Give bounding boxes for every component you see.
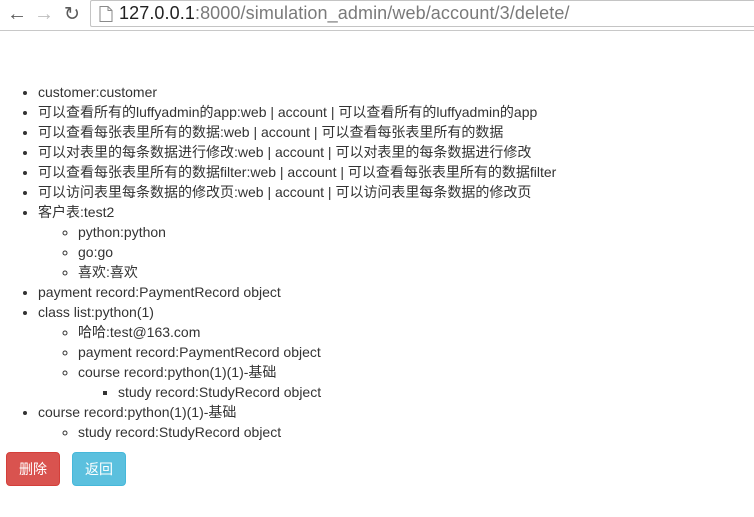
list-item-text: go:go xyxy=(78,244,114,260)
nested-list: study record:StudyRecord object xyxy=(38,422,754,442)
action-buttons: 删除 返回 xyxy=(6,452,126,486)
url-text: 127.0.0.1:8000/simulation_admin/web/acco… xyxy=(119,3,570,24)
list-item-text: 可以查看每张表里所有的数据filter:web | account | 可以查看… xyxy=(38,164,557,180)
list-item: payment record:PaymentRecord object xyxy=(78,342,754,362)
list-item: course record:python(1)(1)-基础 study recor… xyxy=(78,362,754,402)
page-content: customer:customer 可以查看所有的luffyadmin的app:w… xyxy=(0,31,754,486)
list-item: 哈哈:test@163.com xyxy=(78,322,754,342)
back-button[interactable]: 返回 xyxy=(72,452,126,486)
list-item-text: 哈哈:test@163.com xyxy=(78,324,201,340)
related-objects-list: customer:customer 可以查看所有的luffyadmin的app:w… xyxy=(0,82,754,442)
forward-arrow-icon[interactable]: → xyxy=(33,3,55,25)
list-item-text: class list:python(1) xyxy=(38,304,154,320)
list-item: 可以访问表里每条数据的修改页:web | account | 可以访问表里每条数… xyxy=(38,182,754,202)
list-item-text: 可以查看每张表里所有的数据:web | account | 可以查看每张表里所有… xyxy=(38,124,504,140)
list-item: study record:StudyRecord object xyxy=(78,422,754,442)
list-item: 可以对表里的每条数据进行修改:web | account | 可以对表里的每条数… xyxy=(38,142,754,162)
list-item-text: customer:customer xyxy=(38,84,158,100)
nested-list: python:python go:go 喜欢:喜欢 xyxy=(38,222,754,282)
list-item: payment record:PaymentRecord object xyxy=(38,282,754,302)
list-item: 喜欢:喜欢 xyxy=(78,262,754,282)
nested-list: 哈哈:test@163.com payment record:PaymentRec… xyxy=(38,322,754,402)
list-item-text: study record:StudyRecord object xyxy=(118,384,322,400)
address-bar[interactable]: 127.0.0.1:8000/simulation_admin/web/acco… xyxy=(90,0,754,27)
list-item: 客户表:test2 python:python go:go 喜欢:喜欢 xyxy=(38,202,754,282)
list-item: class list:python(1) 哈哈:test@163.com payme… xyxy=(38,302,754,402)
list-item: study record:StudyRecord object xyxy=(118,382,754,402)
nested-list: study record:StudyRecord object xyxy=(78,382,754,402)
list-item: customer:customer xyxy=(38,82,754,102)
browser-toolbar: ← → ↻ 127.0.0.1:8000/simulation_admin/we… xyxy=(0,0,754,31)
list-item: 可以查看所有的luffyadmin的app:web | account | 可以… xyxy=(38,102,754,122)
list-item-text: 可以查看所有的luffyadmin的app:web | account | 可以… xyxy=(38,104,538,120)
list-item-text: course record:python(1)(1)-基础 xyxy=(38,404,237,420)
back-arrow-icon[interactable]: ← xyxy=(6,3,28,25)
list-item: go:go xyxy=(78,242,754,262)
list-item: python:python xyxy=(78,222,754,242)
list-item-text: payment record:PaymentRecord object xyxy=(78,344,321,360)
list-item-text: 可以访问表里每条数据的修改页:web | account | 可以访问表里每条数… xyxy=(38,184,532,200)
list-item-text: course record:python(1)(1)-基础 xyxy=(78,364,277,380)
page-icon xyxy=(99,5,113,22)
list-item-text: payment record:PaymentRecord object xyxy=(38,284,281,300)
list-item: course record:python(1)(1)-基础 study recor… xyxy=(38,402,754,442)
list-item-text: 客户表:test2 xyxy=(38,204,115,220)
url-path: :8000/simulation_admin/web/account/3/del… xyxy=(194,3,570,23)
list-item: 可以查看每张表里所有的数据filter:web | account | 可以查看… xyxy=(38,162,754,182)
list-item-text: study record:StudyRecord object xyxy=(78,424,282,440)
list-item: 可以查看每张表里所有的数据:web | account | 可以查看每张表里所有… xyxy=(38,122,754,142)
list-item-text: 可以对表里的每条数据进行修改:web | account | 可以对表里的每条数… xyxy=(38,144,532,160)
url-host: 127.0.0.1 xyxy=(119,3,195,23)
reload-icon[interactable]: ↻ xyxy=(61,3,83,25)
delete-button[interactable]: 删除 xyxy=(6,452,60,486)
list-item-text: python:python xyxy=(78,224,166,240)
list-item-text: 喜欢:喜欢 xyxy=(78,264,138,280)
